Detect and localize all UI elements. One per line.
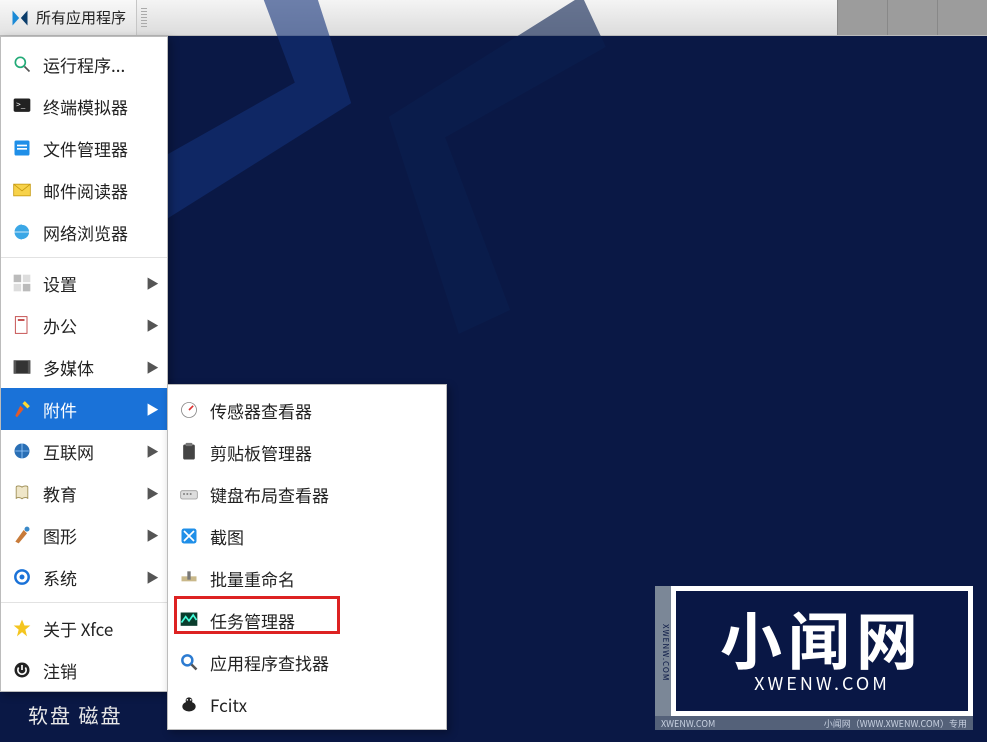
accessories-submenu: 传感器查看器 剪贴板管理器 键盘布局查看器 截图 批量重命名 任务管理器 应 (167, 384, 447, 730)
svg-text:>_: >_ (16, 99, 26, 111)
xfce-logo-icon (10, 8, 30, 28)
watermark-main-text: 小闻网 (720, 606, 924, 668)
chevron-right-icon: ▶ (146, 568, 159, 587)
menu-item-system[interactable]: 系统 ▶ (1, 556, 167, 598)
appfinder-icon (178, 651, 200, 673)
submenu-item-clipboard[interactable]: 剪贴板管理器 (168, 431, 446, 473)
clipboard-icon (178, 441, 200, 463)
menu-item-graphics[interactable]: 图形 ▶ (1, 514, 167, 556)
submenu-item-label: 批量重命名 (210, 566, 295, 591)
menu-item-run-program[interactable]: 运行程序... (1, 43, 167, 85)
submenu-item-sensor-viewer[interactable]: 传感器查看器 (168, 389, 446, 431)
menu-item-office[interactable]: 办公 ▶ (1, 304, 167, 346)
menu-item-web-browser[interactable]: 网络浏览器 (1, 211, 167, 253)
menu-item-mail-reader[interactable]: 邮件阅读器 (1, 169, 167, 211)
menu-item-label: 教育 (43, 481, 77, 506)
submenu-item-label: 剪贴板管理器 (210, 440, 312, 465)
menu-item-internet[interactable]: 互联网 ▶ (1, 430, 167, 472)
system-icon (11, 566, 33, 588)
menu-separator (1, 602, 167, 603)
submenu-item-label: 截图 (210, 524, 244, 549)
media-icon (11, 356, 33, 378)
globe-icon (11, 221, 33, 243)
settings-icon (11, 272, 33, 294)
chevron-right-icon: ▶ (146, 316, 159, 335)
rename-icon (178, 567, 200, 589)
watermark-bottom-strip: XWENW.COM 小闻网（WWW.XWENW.COM）专用 (655, 716, 973, 730)
menu-item-label: 图形 (43, 523, 77, 548)
menu-item-education[interactable]: 教育 ▶ (1, 472, 167, 514)
menu-item-label: 系统 (43, 565, 77, 590)
submenu-item-label: 应用程序查找器 (210, 650, 329, 675)
menu-item-label: 注销 (43, 658, 77, 683)
submenu-item-screenshot[interactable]: 截图 (168, 515, 446, 557)
submenu-item-label: 键盘布局查看器 (210, 482, 329, 507)
taskbar-slot-1[interactable] (837, 0, 887, 35)
menu-item-about-xfce[interactable]: 关于 Xfce (1, 607, 167, 649)
education-icon (11, 482, 33, 504)
submenu-item-task-manager[interactable]: 任务管理器 (168, 599, 446, 641)
terminal-icon: >_ (11, 95, 33, 117)
search-icon (11, 53, 33, 75)
taskbar-right-area (837, 0, 987, 35)
taskmgr-icon (178, 609, 200, 631)
submenu-item-label: Fcitx (210, 692, 247, 717)
keyboard-icon (178, 483, 200, 505)
menu-item-label: 附件 (43, 397, 77, 422)
watermark-strip-right: 小闻网（WWW.XWENW.COM）专用 (824, 717, 967, 730)
submenu-item-label: 任务管理器 (210, 608, 295, 633)
submenu-item-fcitx[interactable]: Fcitx (168, 683, 446, 725)
applications-menu: 运行程序... >_ 终端模拟器 文件管理器 邮件阅读器 网络浏览器 设置 ▶ (0, 36, 168, 692)
fcitx-icon (178, 693, 200, 715)
chevron-right-icon: ▶ (146, 526, 159, 545)
star-icon (11, 617, 33, 639)
menu-item-terminal[interactable]: >_ 终端模拟器 (1, 85, 167, 127)
chevron-right-icon: ▶ (146, 484, 159, 503)
menu-item-multimedia[interactable]: 多媒体 ▶ (1, 346, 167, 388)
folder-icon (11, 137, 33, 159)
panel-handle-icon[interactable] (141, 8, 147, 28)
menu-item-label: 邮件阅读器 (43, 178, 128, 203)
menu-item-file-manager[interactable]: 文件管理器 (1, 127, 167, 169)
menu-item-label: 文件管理器 (43, 136, 128, 161)
submenu-item-keyboard-layout[interactable]: 键盘布局查看器 (168, 473, 446, 515)
chevron-right-icon: ▶ (146, 358, 159, 377)
menu-item-accessories[interactable]: 附件 ▶ (1, 388, 167, 430)
submenu-item-app-finder[interactable]: 应用程序查找器 (168, 641, 446, 683)
menu-item-label: 运行程序... (43, 52, 125, 77)
chevron-right-icon: ▶ (146, 400, 159, 419)
submenu-item-label: 传感器查看器 (210, 398, 312, 423)
applications-menu-label: 所有应用程序 (36, 7, 126, 28)
menu-item-label: 终端模拟器 (43, 94, 128, 119)
accessories-icon (11, 398, 33, 420)
chevron-right-icon: ▶ (146, 274, 159, 293)
menu-item-logout[interactable]: 注销 (1, 649, 167, 691)
watermark-box: 小闻网 XWENW.COM (671, 586, 973, 716)
sensor-icon (178, 399, 200, 421)
mail-icon (11, 179, 33, 201)
desktop-icon-label[interactable]: 软盘 磁盘 (28, 700, 122, 729)
menu-item-label: 关于 Xfce (43, 616, 113, 641)
watermark-side-strip: XWENW.COM (655, 586, 671, 716)
menu-item-label: 网络浏览器 (43, 220, 128, 245)
taskbar-slot-3[interactable] (937, 0, 987, 35)
applications-menu-button[interactable]: 所有应用程序 (0, 0, 137, 35)
menu-item-label: 互联网 (43, 439, 94, 464)
menu-separator (1, 257, 167, 258)
menu-item-settings[interactable]: 设置 ▶ (1, 262, 167, 304)
logout-icon (11, 659, 33, 681)
chevron-right-icon: ▶ (146, 442, 159, 461)
menu-item-label: 设置 (43, 271, 77, 296)
submenu-item-bulk-rename[interactable]: 批量重命名 (168, 557, 446, 599)
screenshot-icon (178, 525, 200, 547)
graphics-icon (11, 524, 33, 546)
menu-item-label: 多媒体 (43, 355, 94, 380)
watermark-sub-text: XWENW.COM (754, 670, 890, 696)
internet-icon (11, 440, 33, 462)
desktop-wallpaper-logo (114, 0, 627, 366)
taskbar-slot-2[interactable] (887, 0, 937, 35)
office-icon (11, 314, 33, 336)
watermark-strip-left: XWENW.COM (661, 717, 715, 730)
menu-item-label: 办公 (43, 313, 77, 338)
